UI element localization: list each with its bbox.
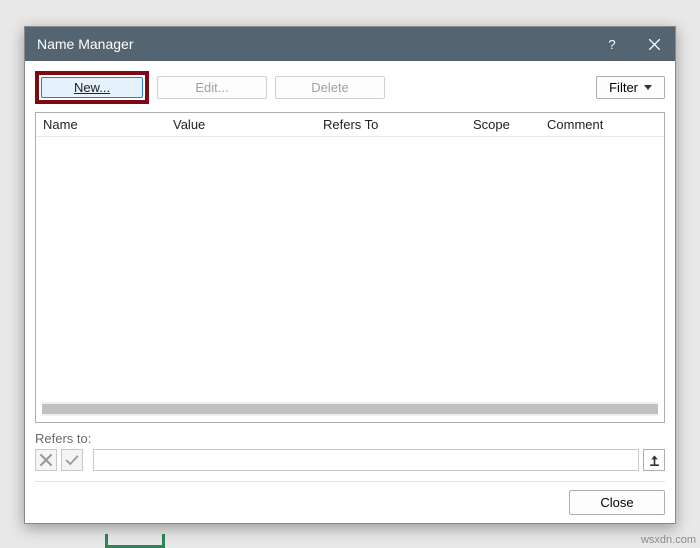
close-button[interactable]: Close: [569, 490, 665, 515]
background-decor: [105, 534, 165, 548]
refers-to-section: Refers to:: [35, 431, 665, 471]
dialog-body: New... Edit... Delete Filter Name Value …: [25, 61, 675, 523]
column-refers-to[interactable]: Refers To: [316, 116, 466, 133]
column-scope[interactable]: Scope: [466, 116, 540, 133]
names-list: Name Value Refers To Scope Comment: [35, 112, 665, 423]
scrollbar-thumb[interactable]: [42, 404, 658, 414]
filter-button-label: Filter: [609, 80, 638, 95]
cancel-reference-button[interactable]: [35, 449, 57, 471]
watermark: wsxdn.com: [641, 534, 696, 546]
dialog-title: Name Manager: [37, 36, 591, 52]
list-header: Name Value Refers To Scope Comment: [36, 113, 664, 137]
dialog-footer: Close: [35, 481, 665, 515]
new-button-highlight: New...: [35, 71, 149, 104]
column-comment[interactable]: Comment: [540, 116, 664, 133]
name-manager-dialog: Name Manager ? New... Edit... Delete Fil…: [24, 26, 676, 524]
help-icon: ?: [608, 37, 615, 52]
list-body[interactable]: [36, 137, 664, 402]
close-window-button[interactable]: [633, 27, 675, 61]
column-value[interactable]: Value: [166, 116, 316, 133]
x-icon: [39, 453, 53, 467]
filter-button[interactable]: Filter: [596, 76, 665, 99]
refers-to-label: Refers to:: [35, 431, 665, 446]
accept-reference-button[interactable]: [61, 449, 83, 471]
delete-button[interactable]: Delete: [275, 76, 385, 99]
refers-to-input[interactable]: [93, 449, 639, 471]
collapse-dialog-button[interactable]: [643, 449, 665, 471]
refers-to-row: [35, 449, 665, 471]
edit-button[interactable]: Edit...: [157, 76, 267, 99]
close-icon: [649, 39, 660, 50]
chevron-down-icon: [644, 85, 652, 90]
column-name[interactable]: Name: [36, 116, 166, 133]
collapse-icon: [649, 455, 660, 466]
horizontal-scrollbar[interactable]: [42, 402, 658, 416]
new-button[interactable]: New...: [41, 77, 143, 98]
titlebar: Name Manager ?: [25, 27, 675, 61]
help-button[interactable]: ?: [591, 27, 633, 61]
toolbar: New... Edit... Delete Filter: [35, 71, 665, 104]
new-button-label: New...: [74, 80, 110, 95]
check-icon: [65, 453, 79, 467]
